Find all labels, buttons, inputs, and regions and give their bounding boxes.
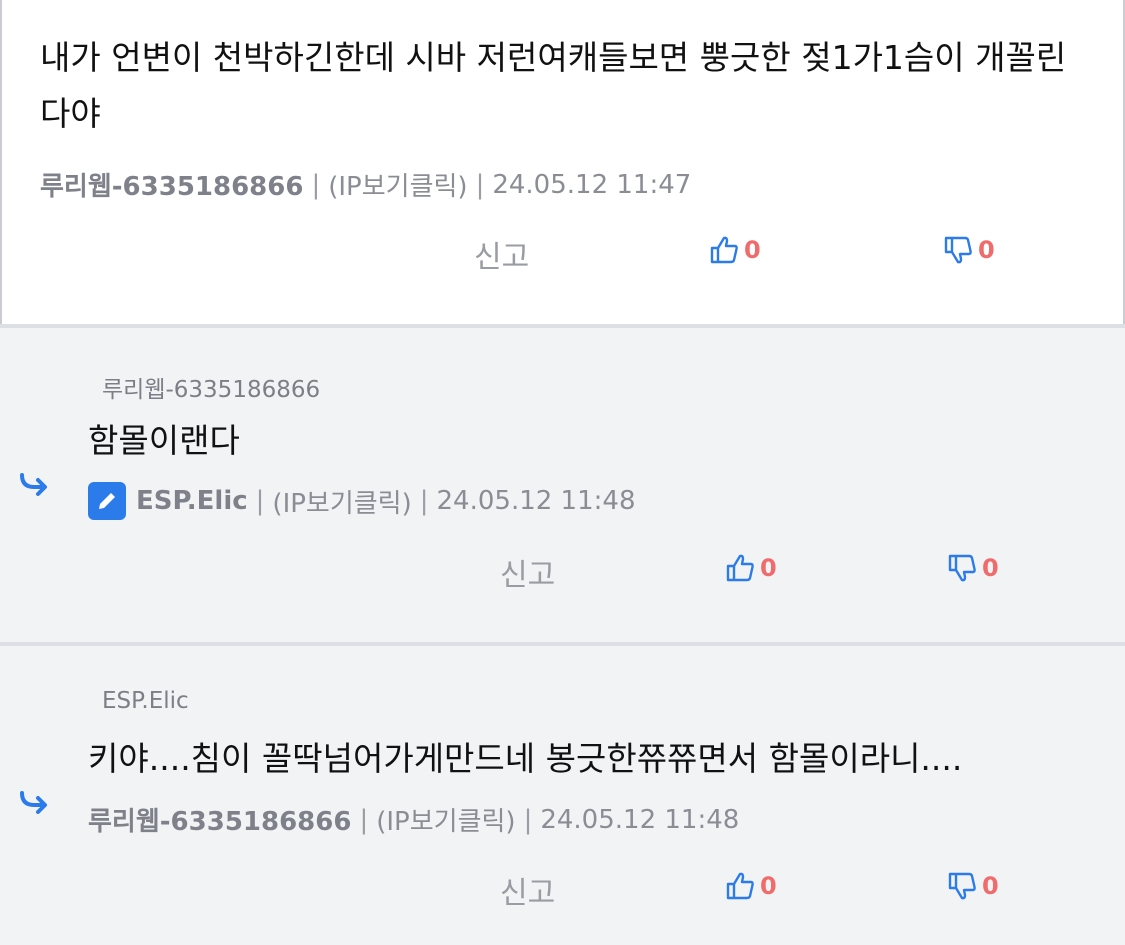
like-count: 0 xyxy=(760,872,777,900)
comment-date: 24.05.12 11:48 xyxy=(540,804,740,835)
author-name[interactable]: ESP.Elic xyxy=(136,486,248,516)
comment-date: 24.05.12 11:47 xyxy=(492,169,692,200)
comment-meta: 루리웹-6335186866 | (IP보기클릭) | 24.05.12 11:… xyxy=(88,801,739,838)
dislike-button[interactable]: 0 xyxy=(946,552,999,584)
report-button[interactable]: 신고 xyxy=(500,868,555,912)
meta-separator: | xyxy=(359,804,369,835)
thumbs-down-icon xyxy=(944,236,972,264)
like-count: 0 xyxy=(744,236,761,264)
main-comment: 내가 언변이 천박하긴한데 시바 저런여캐들보면 뿡긋한 젖1가1슴이 개꼴린다… xyxy=(0,0,1125,324)
report-button[interactable]: 신고 xyxy=(500,550,555,594)
like-count: 0 xyxy=(760,554,777,582)
ip-view-link[interactable]: (IP보기클릭) xyxy=(272,483,411,520)
reply-text: 함몰이랜다 xyxy=(88,421,240,460)
author-name[interactable]: 루리웹-6335186866 xyxy=(88,801,351,838)
meta-separator: | xyxy=(419,486,429,516)
comment-text: 내가 언변이 천박하긴한데 시바 저런여캐들보면 뿡긋한 젖1가1슴이 개꼴린다… xyxy=(40,38,1067,133)
dislike-count: 0 xyxy=(982,554,999,582)
thumbs-down-icon xyxy=(948,554,976,582)
ip-view-link[interactable]: (IP보기클릭) xyxy=(376,801,515,838)
reply-arrow-icon xyxy=(20,473,47,496)
like-button[interactable]: 0 xyxy=(708,234,761,266)
comment-actions: 신고 0 0 xyxy=(0,868,1125,911)
reply-arrow-icon xyxy=(20,791,47,814)
comment-meta: ESP.Elic | (IP보기클릭) | 24.05.12 11:48 xyxy=(88,482,636,520)
meta-separator: | xyxy=(475,169,485,200)
dislike-count: 0 xyxy=(978,236,995,264)
report-button[interactable]: 신고 xyxy=(474,232,529,276)
thumbs-up-icon xyxy=(726,554,754,582)
author-name[interactable]: 루리웹-6335186866 xyxy=(40,166,303,203)
dislike-button[interactable]: 0 xyxy=(946,870,999,902)
reply-comment: ESP.Elic 키야....침이 꼴딱넘어가게만드네 봉긋한쮸쮸면서 함몰이라… xyxy=(0,646,1125,945)
reply-target-name: 루리웹-6335186866 xyxy=(102,377,321,403)
thumbs-down-icon xyxy=(948,872,976,900)
meta-separator: | xyxy=(255,486,265,516)
thumbs-up-icon xyxy=(710,236,738,264)
meta-separator: | xyxy=(311,169,321,200)
reply-comment: 루리웹-6335186866 함몰이랜다 ESP.Elic | (IP보기클릭)… xyxy=(0,328,1125,642)
thumbs-up-icon xyxy=(726,872,754,900)
comment-actions: 신고 0 0 xyxy=(2,232,1125,275)
comment-actions: 신고 0 0 xyxy=(0,550,1125,593)
comment-date: 24.05.12 11:48 xyxy=(436,486,636,516)
dislike-count: 0 xyxy=(982,872,999,900)
like-button[interactable]: 0 xyxy=(724,870,777,902)
dislike-button[interactable]: 0 xyxy=(942,234,995,266)
ip-view-link[interactable]: (IP보기클릭) xyxy=(328,166,467,203)
reply-text: 키야....침이 꼴딱넘어가게만드네 봉긋한쮸쮸면서 함몰이라니.... xyxy=(88,739,963,778)
comment-meta: 루리웹-6335186866 | (IP보기클릭) | 24.05.12 11:… xyxy=(40,166,691,203)
meta-separator: | xyxy=(523,804,533,835)
reply-target-name: ESP.Elic xyxy=(102,688,189,714)
pencil-icon xyxy=(88,482,126,520)
like-button[interactable]: 0 xyxy=(724,552,777,584)
